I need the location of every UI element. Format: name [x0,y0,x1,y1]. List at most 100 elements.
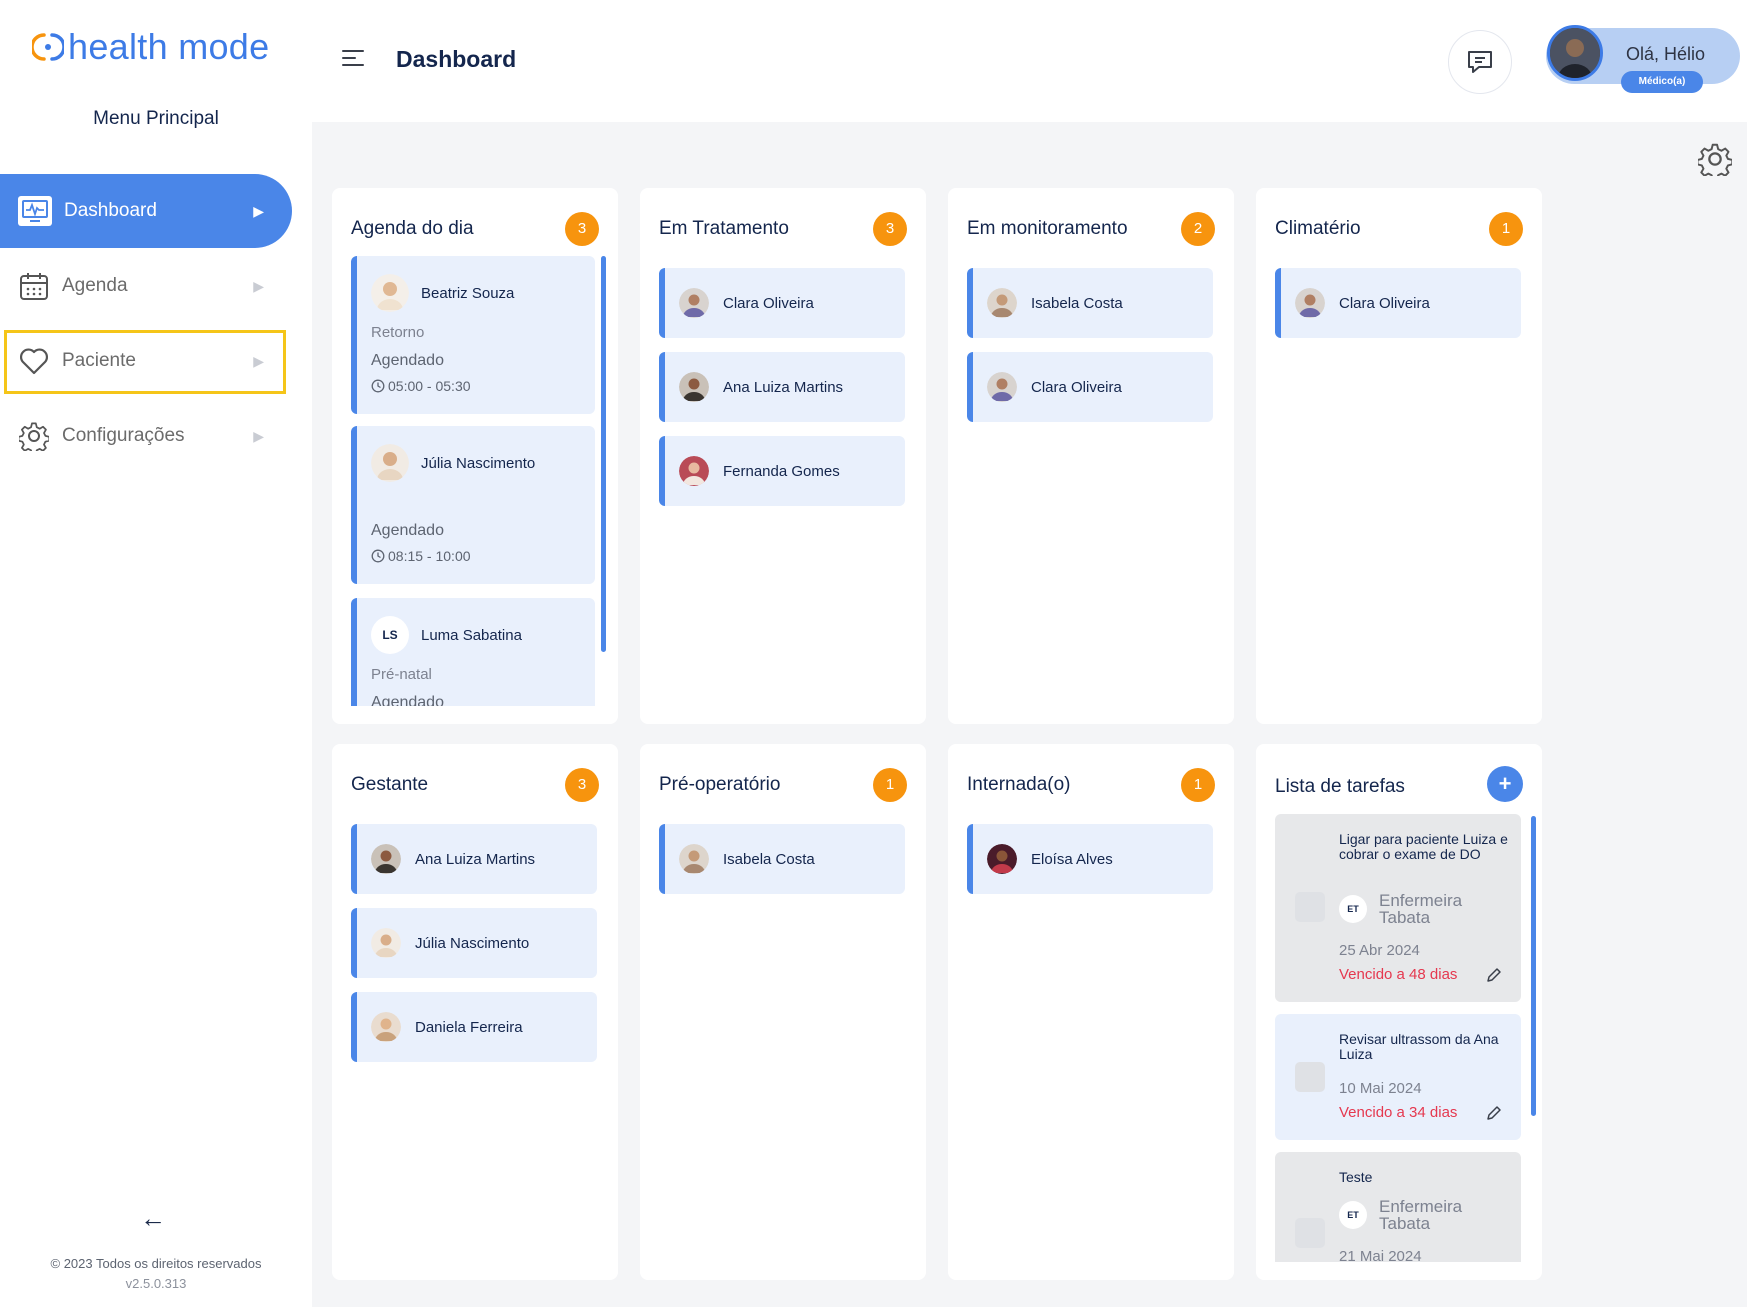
task-assignee: ET Enfermeira Tabata [1339,892,1489,926]
sidebar-item-agenda[interactable]: Agenda ▶ [0,249,292,323]
avatar [987,372,1017,402]
avatar-initials: ET [1339,1201,1367,1229]
count-badge: 3 [565,212,599,246]
task-list[interactable]: Ligar para paciente Luiza e cobrar o exa… [1275,814,1521,1262]
sidebar-item-dashboard[interactable]: Dashboard ▶ [0,174,292,248]
avatar [679,288,709,318]
patient-card[interactable]: Isabela Costa [967,268,1213,338]
patient-name: Clara Oliveira [723,294,814,312]
gear-icon [18,420,50,452]
collapse-arrow-left-icon[interactable]: ← [140,1203,166,1234]
appointment-card[interactable]: Beatriz Souza Retorno Agendado 05:00 - 0… [351,256,595,414]
scrollbar[interactable] [1531,816,1536,1116]
appointment-type: Retorno [371,324,425,341]
menu-title: Menu Principal [93,108,219,129]
appointment-list[interactable]: Beatriz Souza Retorno Agendado 05:00 - 0… [351,256,597,706]
patient-card[interactable]: Daniela Ferreira [351,992,597,1062]
count-badge: 3 [873,212,907,246]
count-badge: 2 [1181,212,1215,246]
task-checkbox[interactable] [1295,1218,1325,1248]
column-title: Em Tratamento [659,218,789,239]
assignee-name: Enfermeira Tabata [1379,891,1463,927]
sidebar-item-label: Configurações [62,425,185,446]
appointment-status: Agendado [371,522,444,539]
patient-card[interactable]: Clara Oliveira [1275,268,1521,338]
sidebar-item-configuracoes[interactable]: Configurações ▶ [0,399,292,473]
header: Dashboard Olá, Hélio Médico(a) [312,0,1747,122]
appointment-time: 08:15 - 10:00 [371,548,471,564]
sidebar-item-label: Agenda [62,275,128,296]
avatar [987,844,1017,874]
task-date: 10 Mai 2024 [1339,1080,1422,1097]
user-greeting: Olá, Hélio [1626,44,1706,64]
appointment-time: 05:00 - 05:30 [371,378,471,394]
task-assignee: ET Enfermeira Tabata [1339,1198,1489,1232]
task-overdue: Vencido a 48 dias [1339,966,1458,983]
count-badge: 3 [565,768,599,802]
column-gestante: Gestante 3 Ana Luiza Martins Júlia Nasci… [332,744,618,1280]
patient-card[interactable]: Isabela Costa [659,824,905,894]
count-badge: 1 [1489,212,1523,246]
task-overdue: Vencido a 34 dias [1339,1104,1458,1121]
page-title: Dashboard [396,46,517,72]
patient-card[interactable]: Clara Oliveira [967,352,1213,422]
logo[interactable]: health mode [32,22,269,72]
chevron-right-icon: ▶ [253,277,264,294]
column-title: Internada(o) [967,774,1071,795]
patient-name: Júlia Nascimento [415,934,530,952]
patient-card[interactable]: Júlia Nascimento [351,908,597,978]
hamburger-menu-icon[interactable] [342,50,364,68]
avatar-initials: ET [1339,895,1367,923]
task-checkbox[interactable] [1295,1062,1325,1092]
column-title: Lista de tarefas [1275,776,1405,797]
appointment-type: Pré-natal [371,666,432,683]
chat-button[interactable] [1448,30,1512,94]
logo-text: health mode [68,26,270,67]
patient-name: Eloísa Alves [1031,850,1113,868]
avatar [371,1012,401,1042]
task-checkbox[interactable] [1295,892,1325,922]
chat-bubble-icon [1468,51,1492,73]
patient-name: Ana Luiza Martins [723,378,844,396]
health-mode-logo-icon [32,33,64,61]
avatar[interactable] [1547,25,1603,81]
avatar [679,456,709,486]
appointment-card[interactable]: Júlia Nascimento Agendado 08:15 - 10:00 [351,426,595,584]
patient-name: Clara Oliveira [1339,294,1430,312]
avatar [679,844,709,874]
sidebar-item-label: Dashboard [64,200,157,221]
task-card[interactable]: Teste ET Enfermeira Tabata 21 Mai 2024 [1275,1152,1521,1262]
avatar [371,444,409,482]
patient-card[interactable]: Ana Luiza Martins [659,352,905,422]
dashboard-monitor-icon [18,196,52,226]
add-task-button[interactable]: + [1487,766,1523,802]
patient-name: Ana Luiza Martins [415,850,536,868]
calendar-icon [18,270,50,302]
appointment-status: Agendado [371,352,444,369]
edit-pencil-icon[interactable] [1485,1104,1503,1122]
task-date: 21 Mai 2024 [1339,1248,1422,1262]
appointment-card[interactable]: LS Luma Sabatina Pré-natal Agendado [351,598,595,706]
column-pre-operatorio: Pré-operatório 1 Isabela Costa [640,744,926,1280]
patient-name: Beatriz Souza [421,284,515,302]
dashboard-board: Agenda do dia 3 Beatriz Souza Retorno Ag… [312,122,1747,1307]
selection-highlight-box [4,330,286,394]
user-role-badge: Médico(a) [1621,71,1703,93]
patient-name: Fernanda Gomes [723,462,840,480]
settings-gear-icon[interactable] [1696,142,1734,181]
task-card[interactable]: Revisar ultrassom da Ana Luiza 10 Mai 20… [1275,1014,1521,1140]
avatar [371,928,401,958]
clock-icon [371,549,385,563]
scrollbar[interactable] [601,256,606,652]
task-card[interactable]: Ligar para paciente Luiza e cobrar o exa… [1275,814,1521,1002]
column-em-monitoramento: Em monitoramento 2 Isabela Costa Clara O… [948,188,1234,724]
patient-card[interactable]: Fernanda Gomes [659,436,905,506]
patient-card[interactable]: Eloísa Alves [967,824,1213,894]
patient-card[interactable]: Clara Oliveira [659,268,905,338]
edit-pencil-icon[interactable] [1485,966,1503,984]
column-title: Gestante [351,774,429,795]
column-agenda-do-dia: Agenda do dia 3 Beatriz Souza Retorno Ag… [332,188,618,724]
patient-card[interactable]: Ana Luiza Martins [351,824,597,894]
column-lista-de-tarefas: Lista de tarefas + Ligar para paciente L… [1256,744,1542,1280]
chevron-right-icon: ▶ [253,202,264,219]
